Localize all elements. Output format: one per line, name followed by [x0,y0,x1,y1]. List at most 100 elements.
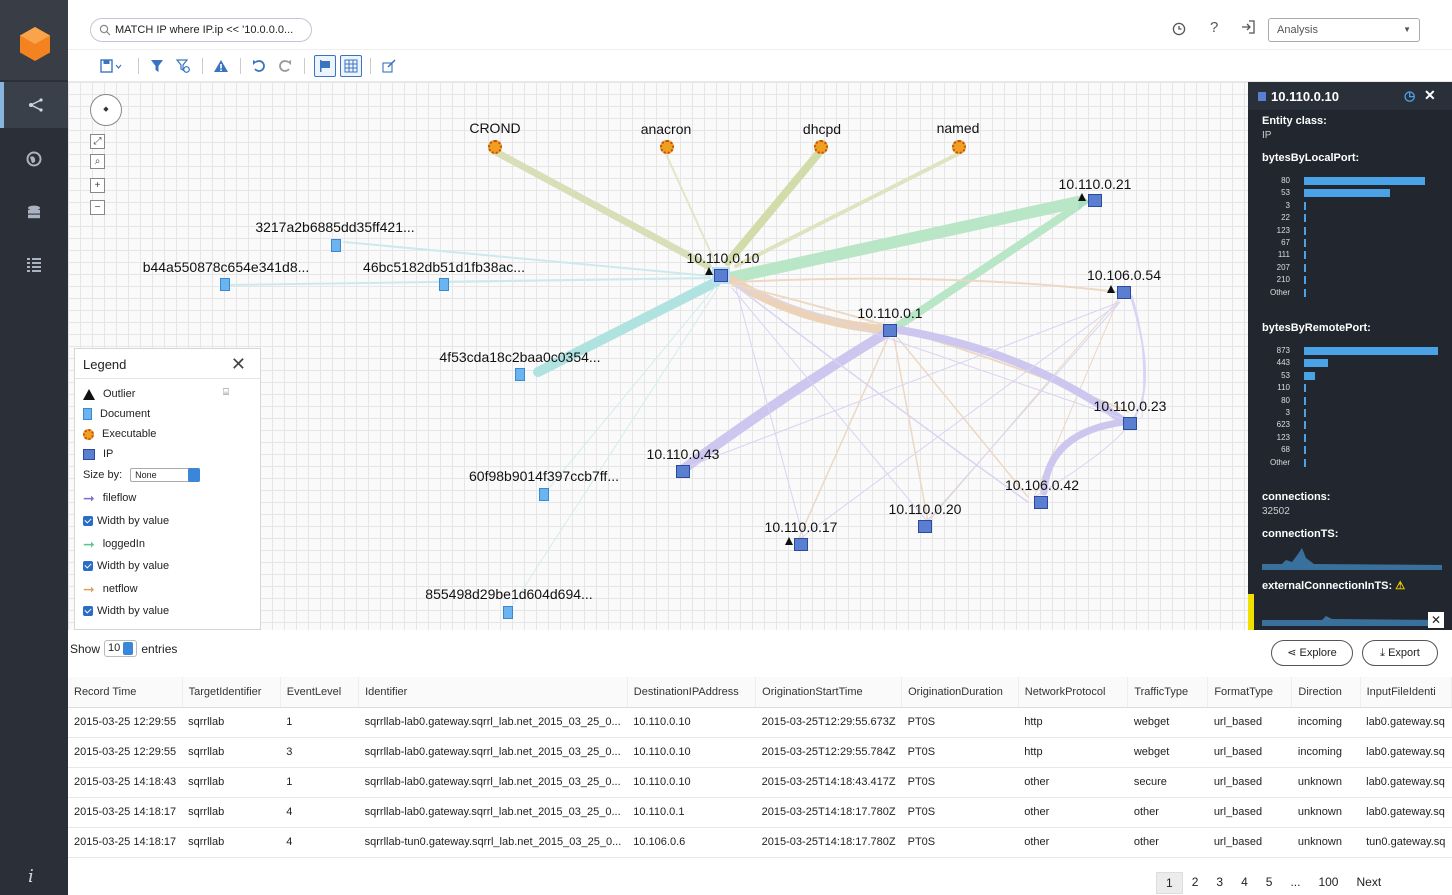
zoom-in-button[interactable]: + [90,178,105,193]
column-header[interactable]: EventLevel [280,677,360,708]
explore-label: Explore [1299,647,1337,659]
ip-node-icon[interactable] [883,324,897,337]
port-bar [1304,189,1390,198]
entries-select[interactable]: 10 [104,640,138,657]
fileflow-width-checkbox[interactable] [83,516,93,526]
zoom-out-button[interactable]: − [90,200,105,215]
loggedin-width-checkbox[interactable] [83,561,93,571]
column-header[interactable]: Record Time [68,677,183,708]
ip-node-icon[interactable] [1088,194,1102,207]
document-icon [83,408,92,420]
logout-icon[interactable] [1240,20,1256,39]
nav-list-icon[interactable] [0,242,68,288]
table-cell: http [1018,707,1128,738]
node-label-doc-46bc: 46bc5182db51d1fb38ac... [363,259,525,275]
info-icon[interactable]: i [28,866,34,887]
port-label: Other [1269,287,1290,297]
grid-toggle-icon[interactable]: ⌸ [223,387,229,398]
filter-icon[interactable] [146,55,168,77]
node-label-crond: CROND [469,120,521,136]
page-button[interactable]: 1 [1156,872,1183,894]
help-icon[interactable]: ? [1210,19,1218,36]
close-icon[interactable]: ✕ [1428,612,1444,628]
undo-icon[interactable] [248,55,270,77]
ip-node-icon[interactable] [794,538,808,551]
executable-node-icon[interactable] [660,140,674,154]
events-table-area: Show 10 entries ⋖ Explore ⤓ Export Recor… [68,630,1452,895]
port-bar [1304,359,1329,368]
node-label-doc-60f9: 60f98b9014f397ccb7ff... [469,468,619,484]
close-icon[interactable]: ✕ [1424,87,1436,104]
outlier-warning-icon[interactable] [210,55,232,77]
page-button[interactable]: 3 [1207,872,1232,894]
document-node-icon[interactable] [539,488,549,501]
ip-node-icon[interactable] [1117,286,1131,299]
save-icon[interactable] [96,55,126,77]
column-header[interactable]: InputFileIdenti [1360,677,1452,708]
nav-globe-icon[interactable] [0,136,68,182]
port-bar [1304,458,1306,467]
executable-node-icon[interactable] [952,140,966,154]
edit-layout-icon[interactable] [378,55,400,77]
column-header[interactable]: Direction [1291,677,1361,708]
ip-node-icon[interactable] [1034,496,1048,509]
filter-settings-icon[interactable] [172,55,194,77]
nav-graph-icon[interactable] [0,82,68,128]
ip-node-icon[interactable] [1123,417,1137,430]
ip-node-icon[interactable] [714,269,728,282]
next-page-button[interactable]: Next [1347,872,1390,894]
table-header-row: Record Time TargetIdentifier EventLevel … [68,677,1452,708]
search-input[interactable]: MATCH IP where IP.ip << '10.0.0.0... [90,18,312,42]
table-row[interactable]: 2015-03-25 14:18:43 sqrrllab 1 sqrrllab-lab… [68,767,1452,798]
clock-icon[interactable]: ◷ [1404,88,1415,104]
explore-button[interactable]: ⋖ Explore [1271,640,1353,666]
table-cell: PT0S [901,767,1019,798]
nav-database-icon[interactable] [0,190,68,236]
legend-fileflow: fileflow [102,492,137,504]
executable-node-icon[interactable] [814,140,828,154]
page-button[interactable]: 4 [1232,872,1257,894]
table-cell: 1 [280,767,359,798]
column-header[interactable]: TargetIdentifier [182,677,281,708]
column-header[interactable]: FormatType [1207,677,1293,708]
table-row[interactable]: 2015-03-25 12:29:55 sqrrllab 1 sqrrllab-lab… [68,707,1452,738]
mode-select[interactable]: Analysis ▼ [1268,18,1420,42]
export-button[interactable]: ⤓ Export [1362,640,1438,666]
document-node-icon[interactable] [503,606,513,619]
size-by-select[interactable]: None [130,468,201,482]
column-header[interactable]: OriginationDuration [901,677,1019,708]
document-node-icon[interactable] [439,278,449,291]
page-button[interactable]: 100 [1309,872,1347,894]
pan-control[interactable]: ◆ [90,94,122,126]
document-node-icon[interactable] [220,278,230,291]
column-header[interactable]: DestinationIPAddress [627,677,757,708]
local-port-label: bytesByLocalPort: [1262,152,1360,164]
column-header[interactable]: Identifier [358,677,628,708]
node-label-ip-10-106-0-54: 10.106.0.54 [1087,267,1161,283]
download-icon: ⤓ [1380,647,1389,659]
table-row[interactable]: 2015-03-25 12:29:55 sqrrllab 3 sqrrllab-lab… [68,737,1452,768]
fit-icon[interactable]: ⤢ [90,134,105,149]
table-cell: 2015-03-25T14:18:43.417Z [755,767,902,798]
history-icon[interactable] [1172,22,1186,41]
column-header[interactable]: TrafficType [1127,677,1209,708]
table-row[interactable]: 2015-03-25 14:18:17 sqrrllab 4 sqrrllab-lab… [68,797,1452,828]
page-button[interactable]: 2 [1183,872,1208,894]
column-header[interactable]: NetworkProtocol [1018,677,1129,708]
document-node-icon[interactable] [515,368,525,381]
redo-icon[interactable] [274,55,296,77]
column-header[interactable]: OriginationStartTime [755,677,903,708]
grid-icon[interactable] [340,55,362,77]
port-label: 3 [1285,200,1290,210]
ip-node-icon[interactable] [918,520,932,533]
ip-node-icon[interactable] [676,465,690,478]
table-row[interactable]: 2015-03-25 14:18:17 sqrrllab 4 sqrrllab-tun… [68,827,1452,858]
executable-node-icon[interactable] [488,140,502,154]
zoom-search-icon[interactable]: ⌕ [90,154,105,169]
document-node-icon[interactable] [331,239,341,252]
page-button[interactable]: 5 [1257,872,1282,894]
table-cell: sqrrllab-lab0.gateway.sqrrl_lab.net_2015… [358,707,628,738]
netflow-width-checkbox[interactable] [83,606,93,616]
close-icon[interactable]: ✕ [231,354,246,375]
flag-icon[interactable] [314,55,336,77]
